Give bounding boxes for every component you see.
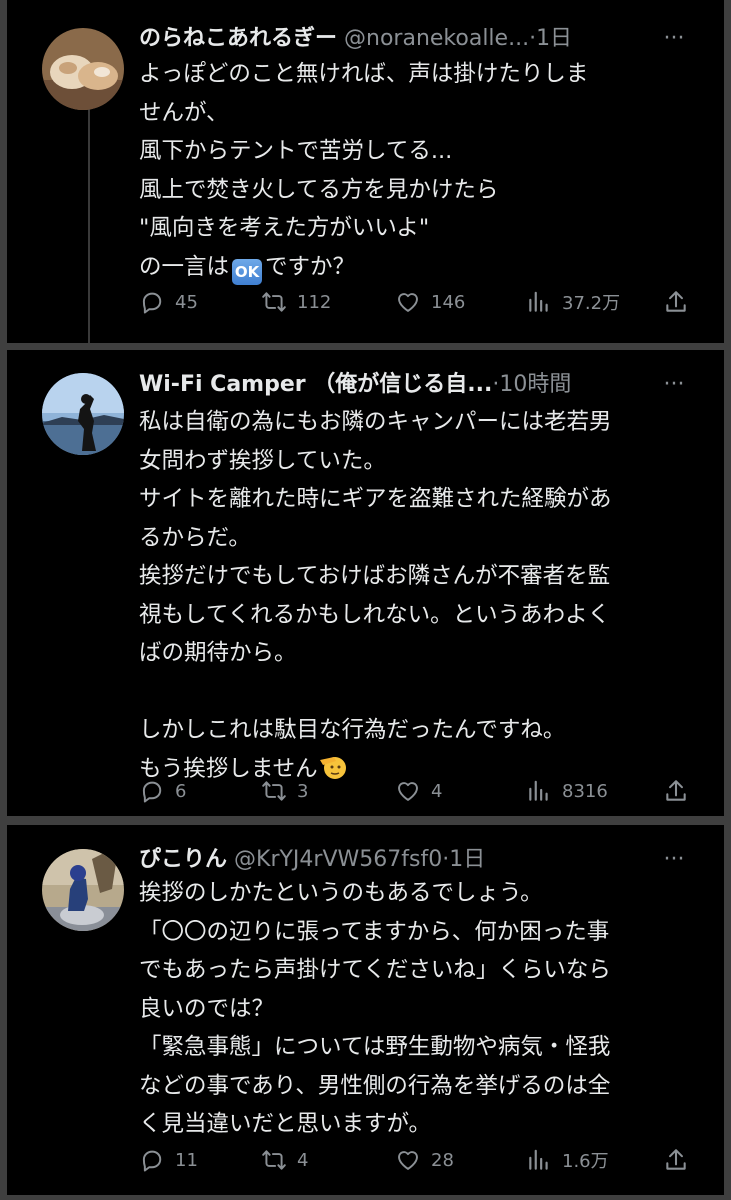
avatar[interactable]: [42, 28, 124, 110]
avatar[interactable]: [42, 373, 124, 455]
tweet-text: 挨拶のしかたというのもあるでしょう。 「〇〇の辺りに張ってますから、何か困った事…: [139, 874, 699, 1144]
retweet-button[interactable]: 112: [261, 285, 331, 319]
action-bar: 6 3 4 8316: [139, 774, 699, 808]
share-button[interactable]: [663, 774, 689, 808]
bar-chart-icon: [526, 1147, 552, 1173]
share-button[interactable]: [663, 285, 689, 319]
reply-icon: [139, 778, 165, 804]
tweet-line: よっぽどのこと無ければ、声は掛けたりしま: [139, 61, 589, 87]
tweet-line-part: ですか？: [265, 253, 356, 280]
tweet-line: でもあったら声掛けてくださいね」くらいなら: [139, 957, 611, 983]
reply-count: 45: [175, 291, 198, 313]
bar-chart-icon: [526, 778, 552, 804]
tweet-line: く見当違いだと思いますが。: [139, 1111, 432, 1137]
cat-photo-avatar-icon: [42, 28, 124, 110]
bar-chart-icon: [526, 289, 552, 315]
reply-icon: [139, 1147, 165, 1173]
retweet-icon: [261, 1147, 287, 1173]
reply-button[interactable]: 45: [139, 285, 198, 319]
view-count: 1.6万: [562, 1151, 609, 1172]
tweet-line: 視もしてくれるかもしれない。というあわよく: [139, 601, 611, 628]
motorcycle-rider-avatar-icon: [42, 849, 124, 931]
share-icon: [663, 778, 689, 804]
tweet-line: せんが、: [139, 99, 229, 126]
share-button[interactable]: [663, 1143, 689, 1177]
tweet-line: の一言は OK ですか？: [139, 248, 699, 287]
more-options-icon[interactable]: ···: [656, 22, 692, 56]
tweet-line-part: の一言は: [139, 253, 230, 280]
reply-button[interactable]: 11: [139, 1143, 198, 1177]
like-button[interactable]: 4: [395, 774, 442, 808]
tweet-line: ばの期待から。: [139, 640, 297, 666]
tweet-header: Wi-Fi Camper （俺が信じる自...·10時間: [139, 368, 628, 402]
tweet-line: 風下からテントで苦労してる...: [139, 138, 453, 164]
tweet-text: 私は自衛の為にもお隣のキャンパーには老若男 女問わず挨拶していた。 サイトを離れ…: [139, 403, 699, 788]
display-name[interactable]: Wi-Fi Camper （俺が信じる自...: [139, 372, 492, 397]
tweet-line: 「緊急事態」については野生動物や病気・怪我: [139, 1034, 611, 1060]
tweet-line: サイトを離れた時にギアを盗難された経験があ: [139, 486, 612, 512]
reply-button[interactable]: 6: [139, 774, 186, 808]
tweet-card[interactable]: のらねこあれるぎー @noranekoalle...·1日 ··· よっぽどのこ…: [7, 0, 724, 343]
heart-icon: [395, 1147, 421, 1173]
tweet-line: 女問わず挨拶していた。: [139, 447, 386, 474]
more-options-icon[interactable]: ···: [656, 843, 692, 877]
tweet-line: 私は自衛の為にもお隣のキャンパーには老若男: [139, 409, 612, 435]
display-name[interactable]: ぴこりん: [139, 847, 227, 872]
views-button[interactable]: 8316: [526, 774, 608, 808]
share-icon: [663, 289, 689, 315]
like-count: 146: [431, 291, 466, 313]
tweet-line: などの事であり、男性側の行為を挙げるのは全: [139, 1072, 611, 1099]
retweet-button[interactable]: 3: [261, 774, 308, 808]
tweet-line: 「〇〇の辺りに張ってますから、何か困った事: [139, 918, 610, 945]
tweet-line: るからだ。: [139, 524, 251, 551]
retweet-count: 112: [297, 291, 332, 313]
heart-icon: [395, 778, 421, 804]
tweet-header: ぴこりん @KrYJ4rVW567fsf0·1日: [139, 843, 628, 877]
view-count: 8316: [562, 780, 608, 802]
like-count: 28: [431, 1149, 454, 1171]
retweet-icon: [261, 778, 287, 804]
display-name[interactable]: のらねこあれるぎー: [139, 26, 337, 51]
reply-icon: [139, 289, 165, 315]
views-button[interactable]: 37.2万: [526, 285, 620, 319]
action-bar: 11 4 28 1.6万: [139, 1143, 699, 1177]
views-button[interactable]: 1.6万: [526, 1143, 609, 1177]
retweet-button[interactable]: 4: [261, 1143, 308, 1177]
tweet-card[interactable]: Wi-Fi Camper （俺が信じる自...·10時間 ··· 私は自衛の為に…: [7, 350, 724, 816]
retweet-icon: [261, 289, 287, 315]
tweet-line: 挨拶のしかたというのもあるでしょう。: [139, 880, 543, 906]
tweet-line: 良いのでは？: [139, 995, 275, 1022]
retweet-count: 4: [297, 1149, 309, 1171]
action-bar: 45 112 146 37.2万: [139, 285, 699, 319]
tweet-line: しかしこれは駄目な行為だったんですね。: [139, 717, 566, 743]
handle[interactable]: @KrYJ4rVW567fsf0: [234, 847, 442, 872]
tweet-header: のらねこあれるぎー @noranekoalle...·1日: [139, 22, 628, 56]
silhouette-lake-avatar-icon: [42, 373, 124, 455]
like-button[interactable]: 146: [395, 285, 465, 319]
tweet-line: 挨拶だけでもしておけばお隣さんが不審者を監: [139, 563, 611, 589]
ok-button-emoji-icon: OK: [232, 258, 263, 285]
share-icon: [663, 1147, 689, 1173]
tweet-line: "風向きを考えた方がいいよ": [139, 215, 430, 241]
separator: ·: [529, 26, 537, 51]
reply-count: 11: [175, 1149, 198, 1171]
thread-line: [88, 108, 90, 343]
handle[interactable]: @noranekoalle...: [344, 26, 529, 51]
tweet-card[interactable]: ぴこりん @KrYJ4rVW567fsf0·1日 ··· 挨拶のしかたというのも…: [7, 825, 724, 1195]
tweet-text: よっぽどのこと無ければ、声は掛けたりしま せんが、 風下からテントで苦労してる.…: [139, 55, 699, 286]
heart-icon: [395, 289, 421, 315]
view-count: 37.2万: [562, 293, 621, 314]
tweet-line: 風上で焚き火してる方を見かけたら: [139, 176, 499, 203]
more-options-icon[interactable]: ···: [656, 368, 692, 402]
timestamp[interactable]: 1日: [449, 847, 485, 872]
timestamp[interactable]: 1日: [536, 26, 572, 51]
like-button[interactable]: 28: [395, 1143, 454, 1177]
reply-count: 6: [175, 780, 187, 802]
like-count: 4: [431, 780, 443, 802]
timestamp[interactable]: 10時間: [499, 372, 571, 397]
avatar[interactable]: [42, 849, 124, 931]
retweet-count: 3: [297, 780, 309, 802]
